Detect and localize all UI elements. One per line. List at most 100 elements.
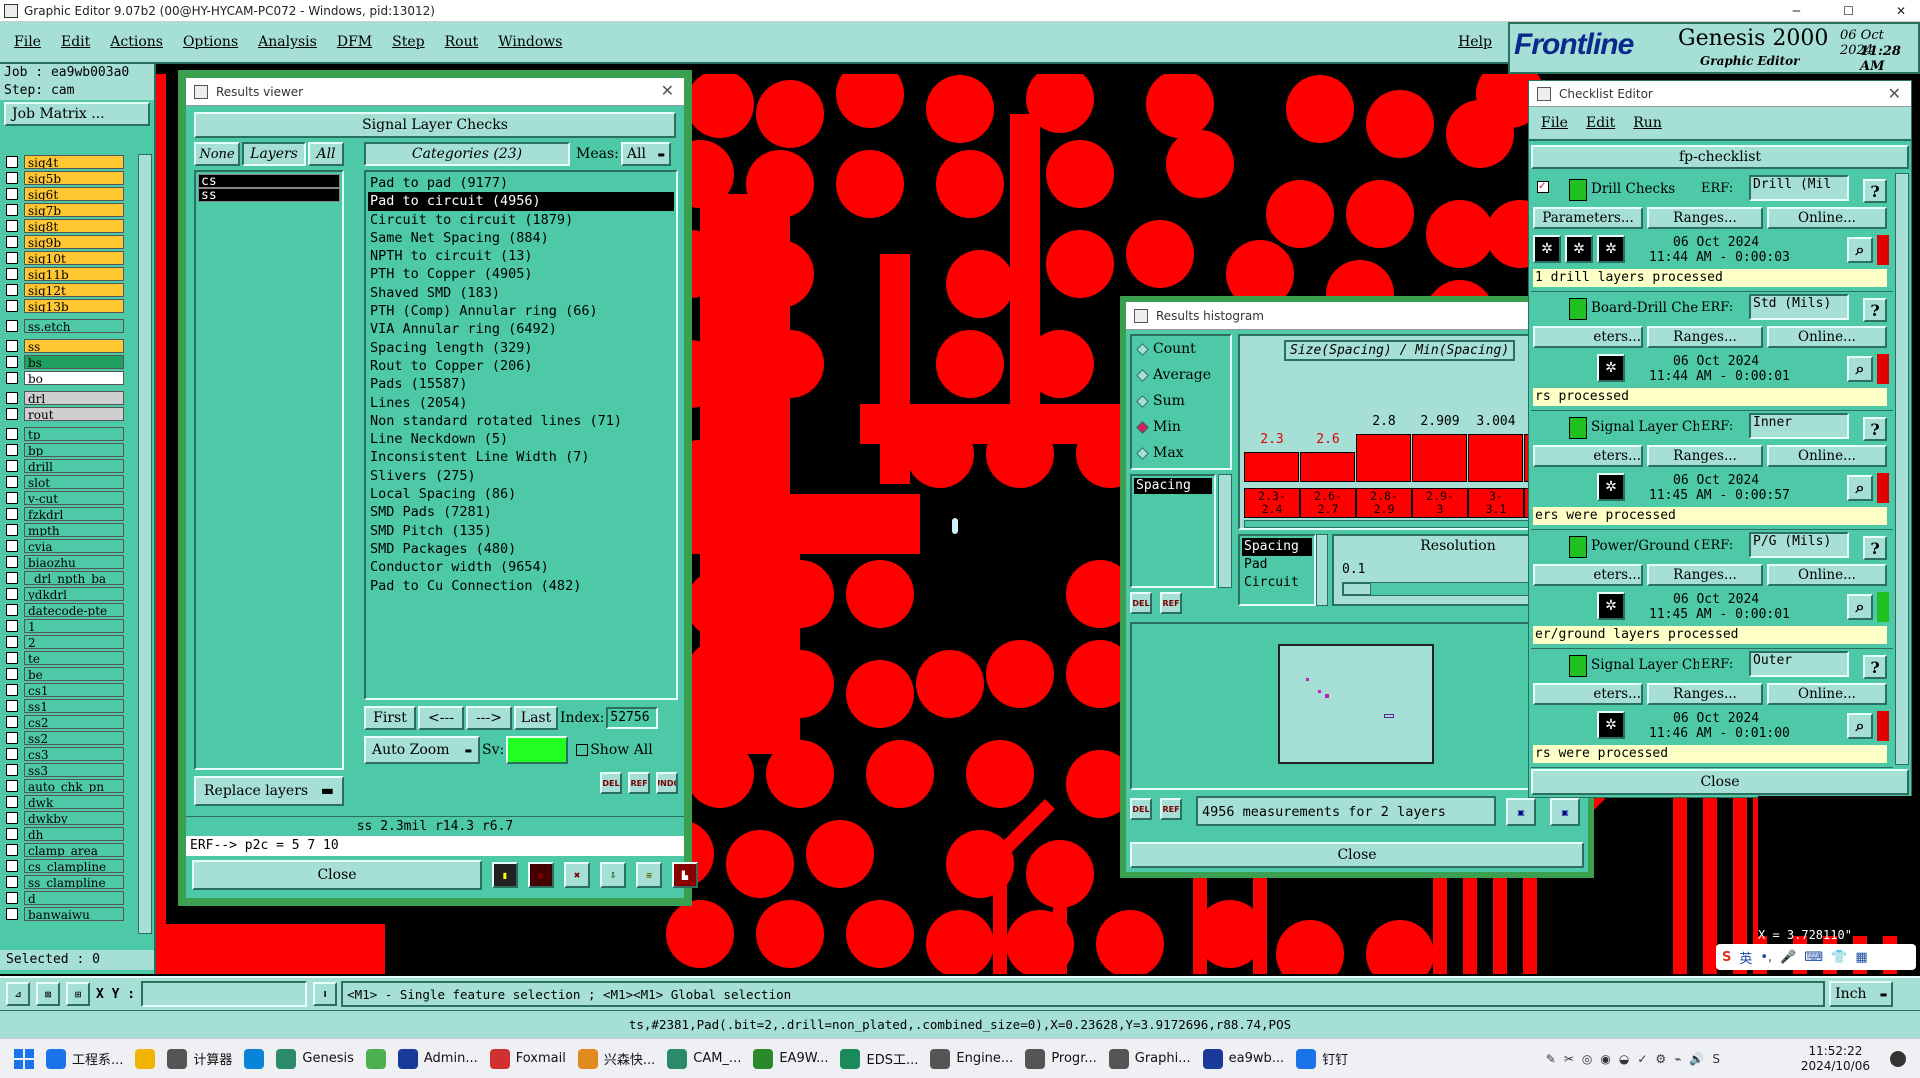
layer-name[interactable]: sig9b	[24, 235, 124, 249]
layer-name[interactable]: sig4t	[24, 155, 124, 169]
layer-name[interactable]: sig11b	[24, 267, 124, 281]
measure-icon[interactable]: ⊠	[36, 982, 60, 1006]
action-checkbox[interactable]: ✓	[1537, 181, 1549, 193]
layer-row[interactable]: bo	[6, 370, 124, 386]
layer-name[interactable]: biaozhu	[24, 555, 124, 569]
layer-checkbox[interactable]	[6, 908, 18, 920]
category-item[interactable]: PTH to Copper (4905)	[368, 265, 674, 283]
first-button[interactable]: First	[364, 706, 416, 730]
layer-row[interactable]: slot	[6, 474, 124, 490]
layer-name[interactable]: banwaiwu	[24, 907, 124, 921]
category-item[interactable]: Rout to Copper (206)	[368, 357, 674, 375]
option-max[interactable]: Max	[1132, 440, 1230, 466]
erf-value[interactable]: P/G (Mils)	[1749, 532, 1849, 558]
category-item[interactable]: SMD Pitch (135)	[368, 522, 674, 540]
zoom-icon[interactable]: ⌕	[1847, 475, 1873, 501]
histogram-bar[interactable]: 2.909	[1412, 414, 1468, 482]
show-all-checkbox[interactable]	[576, 744, 589, 756]
option-min[interactable]: Min	[1132, 414, 1230, 440]
online-button[interactable]: Online...	[1767, 683, 1887, 705]
layer-checkbox[interactable]	[6, 236, 18, 248]
layer-name[interactable]: cs2	[24, 715, 124, 729]
close-icon[interactable]: ✕	[1888, 84, 1901, 103]
taskbar-app[interactable]	[135, 1039, 156, 1078]
layer-row[interactable]: banwaiwu	[6, 906, 124, 922]
layer-name[interactable]: ss2	[24, 731, 124, 745]
category-item[interactable]: Shaved SMD (183)	[368, 284, 674, 302]
close-icon[interactable]: ✕	[1896, 4, 1906, 18]
parameters-button[interactable]: eters...	[1533, 564, 1643, 586]
start-icon[interactable]	[14, 1048, 34, 1069]
tray-icon[interactable]: ⚙	[1655, 1052, 1666, 1066]
layer-name[interactable]: ss_clampline	[24, 875, 124, 889]
tray-icon[interactable]: ◉	[1600, 1052, 1610, 1066]
erf-value[interactable]: Std (Mils)	[1749, 294, 1849, 320]
tray-icon[interactable]: ✂	[1564, 1052, 1574, 1066]
category-item[interactable]: Inconsistent Line Width (7)	[368, 448, 674, 466]
menu-step[interactable]: Step	[392, 34, 424, 50]
layer-checkbox[interactable]	[6, 636, 18, 648]
layer-row[interactable]: ss2	[6, 730, 124, 746]
layer-checkbox[interactable]	[6, 620, 18, 632]
clock-time[interactable]: 11:52:22	[1801, 1044, 1870, 1059]
layer-checkbox[interactable]	[6, 460, 18, 472]
sogou-icon[interactable]: S	[1722, 950, 1731, 965]
checklist-menu-file[interactable]: File	[1541, 115, 1568, 131]
category-item[interactable]: Pad to circuit (4956)	[368, 192, 674, 211]
help-icon[interactable]: ?	[1863, 298, 1887, 322]
layer-checkbox[interactable]	[6, 392, 18, 404]
zoom-icon[interactable]: ⌕	[1847, 594, 1873, 620]
layer-name[interactable]: sig7b	[24, 203, 124, 217]
layer-name[interactable]: d	[24, 891, 124, 905]
layer-row[interactable]: _drl_npth_ba	[6, 570, 124, 586]
text-cursor-icon[interactable]: Ⅰ	[313, 982, 338, 1006]
taskbar-app[interactable]: 兴森快...	[577, 1039, 655, 1078]
clock-date[interactable]: 2024/10/06	[1801, 1059, 1870, 1074]
category-item[interactable]: Conductor width (9654)	[368, 558, 674, 576]
category-item[interactable]: Pads (15587)	[368, 375, 674, 393]
option-average[interactable]: Average	[1132, 362, 1230, 388]
layer-name[interactable]: bp	[24, 443, 124, 457]
field-item[interactable]: Circuit	[1242, 574, 1312, 592]
layer-row[interactable]: sig9b	[6, 234, 124, 250]
layer-name[interactable]: 2	[24, 635, 124, 649]
sv-color-dropdown[interactable]	[506, 736, 569, 764]
ref-icon[interactable]: REF	[628, 772, 650, 794]
layer-row[interactable]: ss_clampline	[6, 874, 124, 890]
taskbar-app[interactable]: Admin...	[397, 1039, 478, 1078]
categories-list[interactable]: Pad to pad (9177) Pad to circuit (4956) Ci…	[364, 170, 678, 700]
menu-analysis[interactable]: Analysis	[258, 34, 317, 50]
layer-checkbox[interactable]	[6, 540, 18, 552]
layer-row[interactable]: dwk	[6, 794, 124, 810]
category-item[interactable]: Pad to pad (9177)	[368, 174, 674, 192]
zoom-icon[interactable]: ⌕	[1847, 356, 1873, 382]
layer-row[interactable]: drill	[6, 458, 124, 474]
layer-row[interactable]: datecode-pte	[6, 602, 124, 618]
tray-icon[interactable]: S	[1712, 1052, 1720, 1066]
category-item[interactable]: Slivers (275)	[368, 467, 674, 485]
layer-checkbox[interactable]	[6, 556, 18, 568]
layer-row[interactable]: drl	[6, 390, 124, 406]
layer-checkbox[interactable]	[6, 844, 18, 856]
none-button[interactable]: None	[194, 142, 240, 166]
layer-name[interactable]: sig13b	[24, 299, 124, 313]
layer-selection-list[interactable]: cs ss	[194, 170, 344, 770]
notification-icon[interactable]	[1890, 1050, 1906, 1067]
online-button[interactable]: Online...	[1767, 564, 1887, 586]
menu-dfm[interactable]: DFM	[337, 34, 372, 50]
menu-rout[interactable]: Rout	[445, 34, 479, 50]
taskbar-app[interactable]: ea9wb...	[1202, 1039, 1284, 1078]
maximize-icon[interactable]: ☐	[1843, 4, 1854, 18]
layer-checkbox[interactable]	[6, 716, 18, 728]
action-name[interactable]: Drill Checks	[1591, 181, 1699, 197]
option-sum[interactable]: Sum	[1132, 388, 1230, 414]
checklist-close-button[interactable]: Close	[1531, 769, 1909, 795]
category-item[interactable]: SMD Packages (480)	[368, 540, 674, 558]
menu-actions[interactable]: Actions	[110, 34, 163, 50]
layer-name[interactable]: sig5b	[24, 171, 124, 185]
measure-list[interactable]: Spacing	[1130, 474, 1216, 588]
layer-checkbox[interactable]	[6, 188, 18, 200]
layer-row[interactable]: 1	[6, 618, 124, 634]
layer-checkbox[interactable]	[6, 172, 18, 184]
ranges-button[interactable]: Ranges...	[1647, 326, 1763, 348]
